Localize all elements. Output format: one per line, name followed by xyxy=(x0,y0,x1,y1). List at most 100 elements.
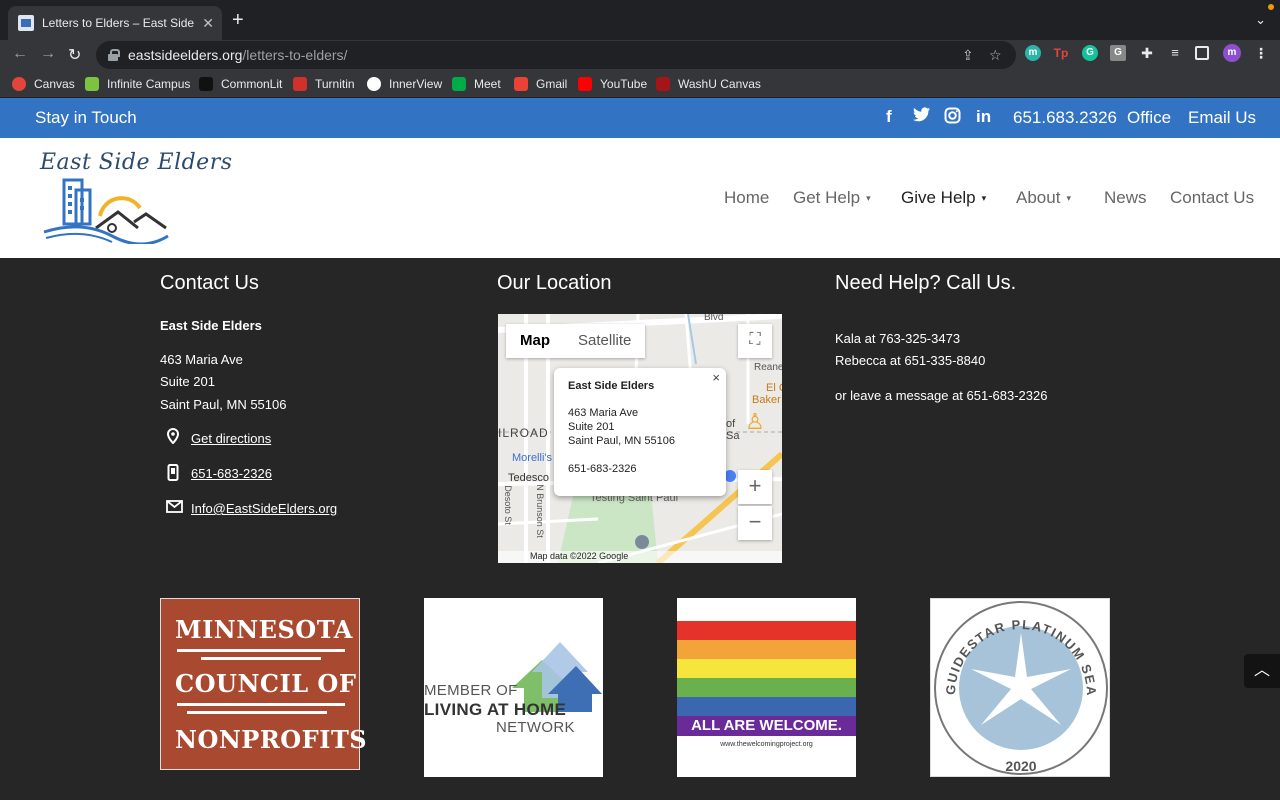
twitter-icon[interactable] xyxy=(913,107,931,127)
nav-contact-us[interactable]: Contact Us xyxy=(1170,188,1254,208)
extension-g-icon[interactable]: G xyxy=(1110,45,1126,61)
minnesota-council-nonprofits-badge[interactable]: MINNESOTA COUNCIL OF NONPROFITS xyxy=(160,598,367,770)
bookmark-gmail[interactable]: Gmail xyxy=(514,77,567,91)
bookmark-turnitin[interactable]: Turnitin xyxy=(293,77,355,91)
info-phone: 651-683-2326 xyxy=(568,463,637,475)
map-street-label: Reaney xyxy=(754,362,782,373)
badge-url-text: www.thewelcomingproject.org xyxy=(720,741,813,748)
new-tab-button[interactable]: + xyxy=(232,10,244,30)
badge-text: LIVING AT HOME xyxy=(424,700,567,719)
more-menu-icon[interactable]: ⋮ xyxy=(1253,45,1269,61)
reading-list-icon[interactable]: ≡ xyxy=(1167,45,1183,61)
guidestar-seal-icon: GUIDESTAR PLATINUM SEAL OF TRANSPARENCY … xyxy=(925,587,1108,775)
tab-title: Letters to Elders – East Side Eld xyxy=(42,16,196,30)
topbar-office-link[interactable]: Office xyxy=(1127,108,1171,128)
nav-label: Give Help xyxy=(901,188,976,207)
zoom-in-icon[interactable]: + xyxy=(738,470,772,504)
grammarly-icon[interactable]: G xyxy=(1082,45,1098,61)
extension-m-icon[interactable]: m xyxy=(1025,45,1041,61)
browser-tab[interactable]: Letters to Elders – East Side Eld ✕ xyxy=(8,6,222,40)
google-map[interactable]: Blvd Reaney ILROAD Morelli's Tedesco Tes… xyxy=(498,314,782,563)
bookmark-label: Meet xyxy=(474,77,501,91)
welcoming-project-badge[interactable]: ALL ARE WELCOME. www.thewelcomingproject… xyxy=(677,598,856,777)
bookmark-innerview[interactable]: InnerView xyxy=(367,77,442,91)
bookmark-label: WashU Canvas xyxy=(678,77,761,91)
forward-arrow-icon[interactable]: → xyxy=(40,45,56,63)
nav-label: About xyxy=(1016,188,1061,207)
linkedin-icon[interactable]: in xyxy=(976,107,991,127)
extension-tp-icon[interactable]: Tp xyxy=(1053,45,1069,61)
extensions-puzzle-icon[interactable]: ✚ xyxy=(1139,45,1155,61)
bookmark-commonlit[interactable]: CommonLit xyxy=(199,77,282,91)
pegman-icon[interactable]: ♙ xyxy=(738,406,772,440)
facebook-icon[interactable]: f xyxy=(886,107,892,127)
map-street-label: Desoto St xyxy=(502,485,513,525)
profile-avatar[interactable]: m xyxy=(1223,44,1241,62)
bookmark-meet[interactable]: Meet xyxy=(452,77,501,91)
nav-news[interactable]: News xyxy=(1104,188,1147,208)
map-tab-map[interactable]: Map xyxy=(506,324,564,358)
innerview-icon xyxy=(367,77,381,91)
gmail-icon xyxy=(514,77,528,91)
bookmark-infinite-campus[interactable]: Infinite Campus xyxy=(85,77,190,91)
contact-phone-link[interactable]: 651-683-2326 xyxy=(191,466,272,481)
contact-title: Contact Us xyxy=(160,272,259,294)
help-line-kala: Kala at 763-325-3473 xyxy=(835,331,961,346)
url-path: /letters-to-elders/ xyxy=(242,47,348,63)
chevron-down-icon: ▾ xyxy=(981,193,987,203)
topbar-phone-link[interactable]: 651.683.2326 xyxy=(1013,108,1117,128)
guidestar-platinum-seal-badge[interactable]: GUIDESTAR PLATINUM SEAL OF TRANSPARENCY … xyxy=(925,587,1110,777)
site-favicon-icon xyxy=(18,15,34,31)
tab-close-icon[interactable]: ✕ xyxy=(202,15,214,32)
instagram-icon[interactable] xyxy=(944,107,961,129)
close-icon[interactable]: × xyxy=(712,370,720,385)
nav-get-help[interactable]: Get Help ▾ xyxy=(793,188,871,208)
rainbow-stripe xyxy=(677,659,856,678)
contact-email-link[interactable]: Info@EastSideElders.org xyxy=(191,501,337,516)
map-tab-satellite[interactable]: Satellite xyxy=(564,324,645,358)
zoom-out-icon[interactable]: − xyxy=(738,506,772,540)
rainbow-stripe xyxy=(677,678,856,697)
rainbow-stripe xyxy=(677,697,856,716)
browser-toolbar: ← → ↻ eastsideelders.org /letters-to-eld… xyxy=(0,40,1280,72)
browser-tabstrip: Letters to Elders – East Side Eld ✕ + ⌄ xyxy=(0,0,1280,40)
help-line-rebecca: Rebecca at 651-335-8840 xyxy=(835,353,986,368)
bookmark-youtube[interactable]: YouTube xyxy=(578,77,647,91)
topbar-email-link[interactable]: Email Us xyxy=(1188,108,1256,128)
badge-text: NONPROFITS xyxy=(175,725,368,754)
bookmark-star-icon[interactable]: ☆ xyxy=(989,47,1002,64)
update-indicator-icon xyxy=(1268,4,1274,10)
bookmark-washu-canvas[interactable]: WashU Canvas xyxy=(656,77,761,91)
tab-search-chevron-icon[interactable]: ⌄ xyxy=(1255,12,1266,28)
nav-home[interactable]: Home xyxy=(724,188,769,208)
fullscreen-icon[interactable]: ⛶ xyxy=(738,324,772,358)
info-address-line3: Saint Paul, MN 55106 xyxy=(568,435,676,447)
side-panel-icon[interactable] xyxy=(1195,46,1209,60)
lock-icon[interactable] xyxy=(108,49,120,61)
bookmark-label: Infinite Campus xyxy=(107,77,191,91)
address-bar[interactable]: eastsideelders.org /letters-to-elders/ ⇪… xyxy=(96,41,1016,69)
bookmark-label: Turnitin xyxy=(315,77,355,91)
get-directions-link[interactable]: Get directions xyxy=(191,431,271,446)
info-address-line1: 463 Maria Ave xyxy=(568,407,639,419)
map-place-label: Baker xyxy=(752,394,781,406)
url-host: eastsideelders.org xyxy=(128,47,243,63)
living-at-home-network-badge[interactable]: MEMBER OF LIVING AT HOME NETWORK xyxy=(424,598,603,777)
share-icon[interactable]: ⇪ xyxy=(962,47,974,64)
nav-about[interactable]: About ▾ xyxy=(1016,188,1071,208)
bookmark-label: Canvas xyxy=(34,77,75,91)
chevron-down-icon: ▾ xyxy=(866,193,871,203)
map-street-label: N Brunson St xyxy=(534,484,545,538)
location-pin-icon xyxy=(166,427,180,448)
meet-icon xyxy=(452,77,466,91)
contact-address-line2: Suite 201 xyxy=(160,374,215,389)
nav-give-help[interactable]: Give Help ▾ xyxy=(901,188,986,208)
stay-in-touch-text: Stay in Touch xyxy=(35,108,137,127)
reload-icon[interactable]: ↻ xyxy=(68,45,81,65)
scroll-to-top-button[interactable]: ︿ xyxy=(1244,654,1280,688)
badge-rule xyxy=(187,711,327,714)
bookmark-canvas[interactable]: Canvas xyxy=(12,77,75,91)
contact-org-name: East Side Elders xyxy=(160,318,262,333)
back-arrow-icon[interactable]: ← xyxy=(12,45,28,63)
badge-text: NETWORK xyxy=(496,719,575,736)
